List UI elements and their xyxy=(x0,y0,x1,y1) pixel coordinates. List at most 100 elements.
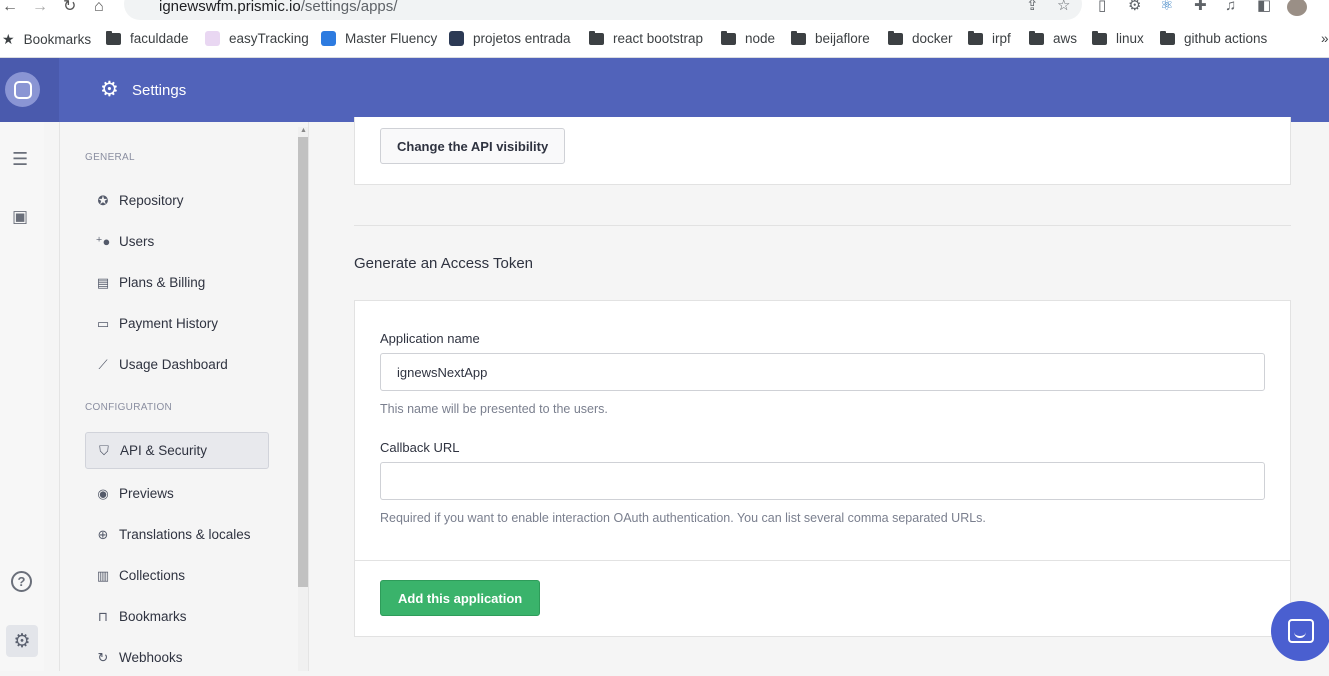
folder-icon xyxy=(1029,30,1044,45)
scrollbar-thumb[interactable] xyxy=(298,137,308,587)
folder-icon xyxy=(106,30,121,45)
prismic-logo[interactable] xyxy=(5,72,40,107)
url-text[interactable]: ignewswfm.prismic.io/settings/apps/ xyxy=(159,0,397,14)
bookmark-master-fluency[interactable]: Master Fluency xyxy=(321,31,437,46)
documents-icon[interactable]: ☰ xyxy=(12,149,28,169)
nav-item-label: Collections xyxy=(119,568,186,583)
media-icon[interactable]: ♫ xyxy=(1225,0,1236,14)
media-library-icon[interactable]: ▣ xyxy=(12,207,28,227)
settings-icon[interactable]: ⚙ xyxy=(6,625,38,657)
bookmarks-bar: ★ Bookmarks faculdade easyTracking Master… xyxy=(0,22,1329,58)
bookmark-folder-docker[interactable]: docker xyxy=(888,30,953,46)
nav-item-translations[interactable]: ⊕ Translations & locales xyxy=(85,516,269,553)
browser-toolbar: ← → ↻ ⌂ ignewswfm.prismic.io/settings/ap… xyxy=(0,0,1329,22)
home-icon[interactable]: ⌂ xyxy=(94,0,104,15)
folder-icon xyxy=(1092,30,1107,45)
puzzle-icon[interactable]: ✚ xyxy=(1194,0,1207,14)
globe-icon: ⊕ xyxy=(97,526,109,542)
bookmarks-overflow[interactable]: » xyxy=(1321,31,1329,46)
folder-icon xyxy=(888,30,903,45)
extension-gear-icon[interactable]: ⚙ xyxy=(1128,0,1141,14)
forward-icon[interactable]: → xyxy=(32,0,48,15)
section-title: Generate an Access Token xyxy=(354,255,534,272)
bookmark-easytracking[interactable]: easyTracking xyxy=(205,31,309,46)
nav-item-label: Translations & locales xyxy=(119,527,251,542)
shield-icon: ⛉ xyxy=(99,442,109,458)
bookmark-folder-linux[interactable]: linux xyxy=(1092,30,1144,46)
nav-item-api-security[interactable]: ⛉ API & Security xyxy=(85,432,269,469)
collections-icon: ▥ xyxy=(96,567,110,583)
app-header: ⚙ Settings xyxy=(0,58,1329,122)
bookmark-folder-irpf[interactable]: irpf xyxy=(968,30,1011,46)
main-content: Change the API visibility Generate an Ac… xyxy=(310,117,1329,671)
extension-icon[interactable]: ▯ xyxy=(1098,0,1106,14)
scroll-up-icon[interactable]: ▲ xyxy=(300,127,307,134)
bookmark-label: easyTracking xyxy=(229,31,309,46)
user-add-icon: ⁺● xyxy=(95,233,111,249)
gear-icon: ⚙ xyxy=(100,78,119,101)
bookmark-label: Bookmarks xyxy=(23,32,92,47)
avatar[interactable] xyxy=(1287,0,1307,16)
nav-item-label: Webhooks xyxy=(119,650,183,665)
add-application-button[interactable]: Add this application xyxy=(380,580,541,616)
folder-icon xyxy=(589,30,604,45)
bookmark-star-icon[interactable]: ☆ xyxy=(1057,0,1070,14)
bookmark-folder-node[interactable]: node xyxy=(721,30,776,46)
sidepanel-icon[interactable]: ◧ xyxy=(1257,0,1271,14)
bookmark-label: beijaflore xyxy=(815,31,870,46)
nav-item-label: Users xyxy=(119,234,155,249)
nav-item-bookmarks[interactable]: ⊓ Bookmarks xyxy=(85,598,269,635)
nav-item-label: Payment History xyxy=(119,316,219,331)
callback-url-input[interactable] xyxy=(380,462,1265,500)
access-token-card: Application name This name will be prese… xyxy=(354,300,1291,637)
bookmarks-manager[interactable]: ★ Bookmarks xyxy=(2,31,91,48)
app-name-label: Application name xyxy=(380,331,480,346)
bookmark-label: react bootstrap xyxy=(613,31,704,46)
nav-item-previews[interactable]: ◉ Previews xyxy=(85,475,269,512)
nav-item-label: Repository xyxy=(119,193,184,208)
bookmark-folder-beijaflore[interactable]: beijaflore xyxy=(791,30,870,46)
bookmark-folder-aws[interactable]: aws xyxy=(1029,30,1077,46)
bookmark-label: Master Fluency xyxy=(345,31,438,46)
nav-item-webhooks[interactable]: ↻ Webhooks xyxy=(85,639,269,676)
card-icon: ▭ xyxy=(96,315,110,331)
bookmark-folder-github-actions[interactable]: github actions xyxy=(1160,30,1267,46)
nav-item-repository[interactable]: ✪ Repository xyxy=(85,182,269,219)
master-fluency-icon xyxy=(321,31,336,46)
chat-icon xyxy=(1288,619,1314,643)
nav-item-users[interactable]: ⁺● Users xyxy=(85,223,269,260)
share-icon[interactable]: ⇪ xyxy=(1026,0,1039,14)
bookmark-projetos-entrada[interactable]: projetos entrada xyxy=(449,31,571,46)
bookmark-folder-faculdade[interactable]: faculdade xyxy=(106,30,189,46)
back-icon[interactable]: ← xyxy=(2,0,18,15)
projetos-entrada-icon xyxy=(449,31,464,46)
nav-item-payment-history[interactable]: ▭ Payment History xyxy=(85,305,269,342)
change-api-visibility-button[interactable]: Change the API visibility xyxy=(380,128,566,164)
bookmark-icon: ⊓ xyxy=(97,608,109,624)
bookmark-label: linux xyxy=(1116,31,1144,46)
icon-rail: ☰ ▣ ? ⚙ xyxy=(0,122,44,671)
bookmark-folder-react-bootstrap[interactable]: react bootstrap xyxy=(589,30,704,46)
bookmark-label: node xyxy=(745,31,776,46)
nav-item-plans-billing[interactable]: ▤ Plans & Billing xyxy=(85,264,269,301)
nav-item-usage-dashboard[interactable]: ⟋ Usage Dashboard xyxy=(85,346,269,383)
chat-support-button[interactable] xyxy=(1271,601,1329,661)
nav-item-collections[interactable]: ▥ Collections xyxy=(85,557,269,594)
react-devtools-icon[interactable]: ⚛ xyxy=(1160,0,1173,14)
sidebar-scrollbar[interactable]: ▲ xyxy=(298,127,308,671)
reload-icon[interactable]: ↻ xyxy=(63,0,76,15)
folder-icon xyxy=(791,30,806,45)
nav-item-label: Bookmarks xyxy=(119,609,187,624)
settings-sidebar: GENERAL ✪ Repository ⁺● Users ▤ Plans & Bil… xyxy=(59,122,309,671)
sync-icon: ↻ xyxy=(97,649,109,665)
eye-icon: ◉ xyxy=(97,485,109,501)
trend-icon: ⟋ xyxy=(98,356,108,372)
bookmark-label: docker xyxy=(912,31,953,46)
help-icon[interactable]: ? xyxy=(11,571,32,592)
app-name-input[interactable] xyxy=(380,353,1265,391)
folder-icon xyxy=(1160,30,1175,45)
page-title: Settings xyxy=(132,82,187,99)
section-label-general: GENERAL xyxy=(85,152,135,163)
folder-icon xyxy=(721,30,736,45)
section-divider xyxy=(354,225,1291,226)
